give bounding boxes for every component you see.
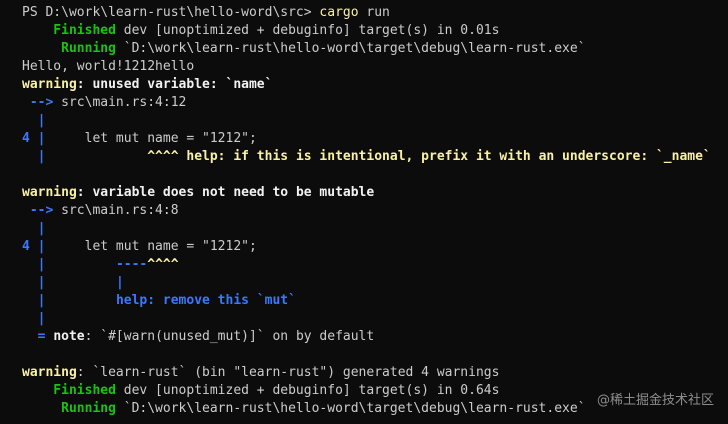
terminal-line: | help: remove this `mut`: [22, 292, 728, 310]
terminal-line: PS D:\work\learn-rust\hello-word\src> ca…: [22, 4, 728, 22]
terminal-line: | ^^^^ help: if this is intentional, pre…: [22, 148, 728, 166]
terminal-line: |: [22, 112, 728, 130]
terminal-text-segment: Running: [22, 401, 116, 416]
terminal-line: Finished dev [unoptimized + debuginfo] t…: [22, 22, 728, 40]
terminal-text-segment: |: [22, 149, 46, 164]
terminal-line: --> src\main.rs:4:8: [22, 202, 728, 220]
terminal-line: |: [22, 220, 728, 238]
terminal-text-segment: Hello, world!1212hello: [22, 59, 195, 74]
terminal-text-segment: : variable does not need to be mutable: [76, 185, 375, 200]
terminal-line: --> src\main.rs:4:12: [22, 94, 728, 112]
terminal-text-segment: `D:\work\learn-rust\hello-word\target\de…: [115, 401, 586, 416]
terminal-text-segment: Finished: [22, 383, 116, 398]
terminal-line: warning: unused variable: `name`: [22, 76, 728, 94]
terminal-text-segment: note: [53, 329, 85, 344]
terminal-line: |: [22, 310, 728, 328]
terminal-text-segment: Running: [22, 41, 116, 56]
terminal-text-segment: : unused variable: `name`: [76, 77, 273, 92]
terminal-text-segment: dev [unoptimized + debuginfo] target(s) …: [115, 23, 500, 38]
terminal-text-segment: src\main.rs:4:12: [61, 95, 187, 110]
terminal-text-segment: help: remove this `mut`: [115, 293, 296, 308]
terminal-text-segment: : `learn-rust` (bin "learn-rust") genera…: [76, 365, 500, 380]
terminal-text-segment: 4 |: [22, 131, 46, 146]
terminal-text-segment: warning: [22, 365, 77, 380]
terminal-text-segment: -->: [22, 95, 62, 110]
terminal-text-segment: Finished: [22, 23, 116, 38]
terminal-text-segment: ----: [115, 257, 148, 272]
terminal-text-segment: warning: [22, 77, 77, 92]
terminal-text-segment: 4 |: [22, 239, 46, 254]
terminal-text-segment: src\main.rs:4:8: [61, 203, 179, 218]
terminal-line: 4 | let mut name = "1212";: [22, 238, 728, 256]
terminal-line: warning: `learn-rust` (bin "learn-rust")…: [22, 364, 728, 382]
terminal-text-segment: PS D:\work\learn-rust\hello-word\src>: [22, 5, 320, 20]
terminal-text-segment: |: [22, 311, 46, 326]
terminal-text-segment: let mut name = "1212";: [45, 131, 257, 146]
terminal-text-segment: `D:\work\learn-rust\hello-word\target\de…: [115, 41, 586, 56]
terminal-line: 4 | let mut name = "1212";: [22, 130, 728, 148]
terminal-text-segment: let mut name = "1212";: [45, 239, 257, 254]
terminal-text-segment: |: [22, 293, 46, 308]
terminal-output[interactable]: PS D:\work\learn-rust\hello-word\src> ca…: [0, 0, 728, 424]
terminal-line: Hello, world!1212hello: [22, 58, 728, 76]
terminal-text-segment: |: [22, 257, 46, 272]
terminal-text-segment: : `#[warn(unused_mut)]` on by default: [84, 329, 375, 344]
terminal-text-segment: |: [22, 113, 46, 128]
terminal-line: | |: [22, 274, 728, 292]
terminal-line: warning: variable does not need to be mu…: [22, 184, 728, 202]
watermark-text: @稀土掘金技术社区: [596, 393, 714, 408]
terminal-text-segment: =: [22, 329, 54, 344]
terminal-text-segment: warning: [22, 185, 77, 200]
terminal-text-segment: -->: [22, 203, 62, 218]
terminal-text-segment: ^^^^ help: if this is intentional, prefi…: [147, 149, 711, 164]
terminal-text-segment: |: [22, 221, 46, 236]
terminal-line: | ----^^^^: [22, 256, 728, 274]
terminal-text-segment: cargo: [319, 5, 359, 20]
terminal-text-segment: |: [22, 275, 46, 290]
terminal-text-segment: dev [unoptimized + debuginfo] target(s) …: [115, 383, 500, 398]
terminal-text-segment: |: [115, 275, 124, 290]
terminal-line: = note: `#[warn(unused_mut)]` on by defa…: [22, 328, 728, 346]
terminal-text-segment: run: [358, 5, 390, 20]
terminal-text-segment: ^^^^: [147, 257, 179, 272]
terminal-line: Running `D:\work\learn-rust\hello-word\t…: [22, 40, 728, 58]
